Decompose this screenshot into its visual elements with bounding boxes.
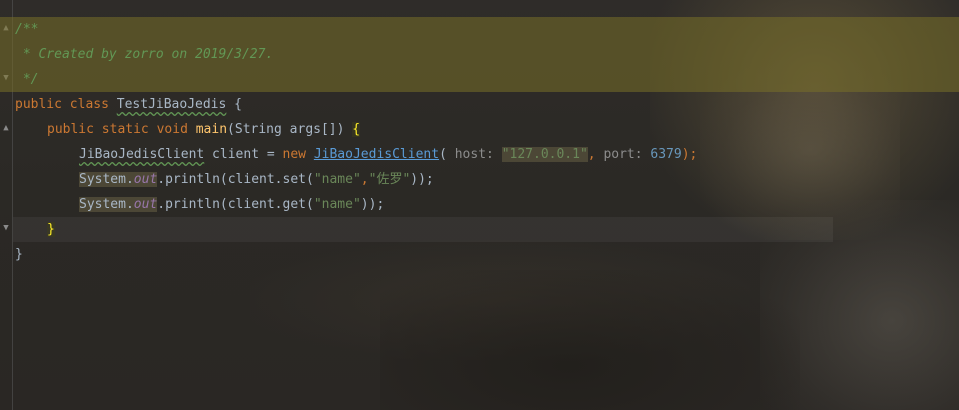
- comma: ,: [360, 172, 369, 187]
- system-class[interactable]: System.: [79, 172, 134, 187]
- paren: (: [439, 147, 455, 162]
- open-brace: {: [226, 97, 242, 112]
- code-line[interactable]: System.out.println(client.set("name","佐罗…: [0, 167, 959, 192]
- current-line-highlight: [13, 217, 833, 242]
- doc-comment: */: [15, 72, 39, 87]
- param-hint-host: host:: [454, 147, 494, 162]
- type-name[interactable]: JiBaoJedisClient: [79, 147, 204, 162]
- method-name[interactable]: main: [196, 122, 227, 137]
- static-field[interactable]: out: [134, 172, 157, 187]
- keyword: public: [47, 122, 94, 137]
- matched-brace: {: [352, 122, 361, 137]
- code-line[interactable]: }: [0, 217, 959, 242]
- statement-end: ));: [360, 197, 385, 212]
- keyword: void: [156, 122, 188, 137]
- statement-end: );: [681, 147, 698, 162]
- code-line[interactable]: JiBaoJedisClient client = new JiBaoJedis…: [0, 142, 959, 167]
- method-call: .println(client.set(: [157, 172, 314, 187]
- code-line[interactable]: */: [0, 67, 959, 92]
- code-line[interactable]: System.out.println(client.get("name"));: [0, 192, 959, 217]
- code-line[interactable]: * Created by zorro on 2019/3/27.: [0, 42, 959, 67]
- string-literal: "佐罗": [368, 172, 411, 187]
- matched-brace: }: [47, 222, 55, 237]
- constructor-link[interactable]: JiBaoJedisClient: [314, 147, 439, 162]
- method-params: (String args[]): [227, 122, 353, 137]
- number-literal: 6379: [650, 147, 682, 162]
- string-literal: "name": [313, 197, 361, 212]
- keyword: static: [101, 122, 149, 137]
- code-line[interactable]: public class TestJiBaoJedis {: [0, 92, 959, 117]
- keyword: class: [69, 97, 109, 112]
- doc-comment: * Created by zorro on 2019/3/27.: [15, 47, 274, 62]
- keyword: new: [282, 147, 306, 162]
- code-editor[interactable]: ▲ ▼ ▲ ▼ /** * Created by zorro on 2019/3…: [0, 0, 959, 410]
- string-literal: "name": [313, 172, 361, 187]
- class-name[interactable]: TestJiBaoJedis: [117, 97, 227, 112]
- keyword: public: [15, 97, 62, 112]
- code-line[interactable]: }: [0, 242, 959, 267]
- system-class[interactable]: System.: [79, 197, 134, 212]
- close-brace: }: [15, 247, 23, 262]
- method-call: .println(client.get(: [157, 197, 314, 212]
- statement-end: ));: [410, 172, 434, 187]
- code-lines[interactable]: /** * Created by zorro on 2019/3/27. */ …: [0, 17, 959, 267]
- variable-decl: client =: [204, 147, 283, 162]
- comma: ,: [587, 147, 596, 162]
- string-literal: "127.0.0.1": [501, 147, 588, 162]
- doc-comment: /**: [15, 22, 39, 37]
- code-line[interactable]: /**: [0, 17, 959, 42]
- static-field[interactable]: out: [134, 197, 157, 212]
- code-line[interactable]: public static void main(String args[]) {: [0, 117, 959, 142]
- param-hint-port: port:: [603, 147, 643, 162]
